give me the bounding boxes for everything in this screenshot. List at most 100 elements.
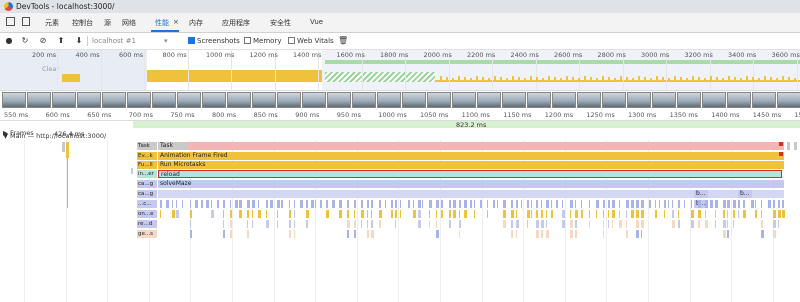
flame-call-bar[interactable] [761,220,763,228]
flame-call-bar[interactable] [562,210,565,218]
flame-call-bar[interactable] [361,220,362,228]
flame-call-bar[interactable] [449,220,451,228]
flame-call-bar[interactable] [782,210,785,218]
flame-call-bar[interactable] [727,200,730,208]
flame-call-bar[interactable] [778,210,781,218]
download-icon[interactable]: ⬇ [74,36,84,46]
flame-call-bar[interactable] [459,230,460,238]
flame-call-bar[interactable] [664,210,665,218]
flame-call-bar[interactable] [603,200,605,208]
flame-call-bar[interactable] [664,200,666,208]
flame-call-bar[interactable] [723,230,726,238]
flame-call-bar[interactable] [536,220,539,228]
screenshot-thumbnail[interactable] [252,92,276,108]
flame-call-bar[interactable] [235,200,238,208]
flame-call-bar[interactable] [581,200,582,208]
tab-elements[interactable]: 元素 [45,18,59,28]
flame-call-bar[interactable] [347,220,350,228]
flame-call-bar[interactable] [733,220,734,228]
screenshot-thumbnail[interactable] [652,92,676,108]
screenshot-thumbnail[interactable] [152,92,176,108]
flame-call-bar[interactable] [589,220,590,228]
tab-vue[interactable]: Vue [310,18,323,26]
flame-call-bar[interactable] [487,200,488,208]
flame-call-bar[interactable] [678,220,680,228]
flame-call-bar[interactable] [778,200,780,208]
flame-call-bar[interactable] [379,210,382,218]
flame-call-bar[interactable] [516,200,518,208]
flame-call-bar[interactable] [247,210,249,218]
flame-call-bar[interactable] [474,200,475,208]
screenshot-thumbnail[interactable] [677,92,701,108]
flame-call-bar[interactable] [190,230,192,238]
flame-call-bar[interactable] [464,210,467,218]
flame-call-bar[interactable] [277,200,280,208]
flame-call-bar[interactable] [691,200,692,208]
flame-call-bar[interactable] [773,200,775,208]
flame-call-bar[interactable] [691,220,694,228]
screenshot-thumbnail[interactable] [427,92,451,108]
flame-call-bar[interactable] [536,210,538,218]
flame-call-bar[interactable] [612,200,615,208]
flame-call-bar[interactable] [436,230,439,238]
flame-call-bar[interactable] [773,230,776,238]
flame-call-bar[interactable] [166,200,169,208]
flame-call-bar[interactable] [413,200,414,208]
screenshot-thumbnail[interactable] [727,92,751,108]
screenshot-thumbnail[interactable] [327,92,351,108]
flame-call-bar[interactable] [354,200,356,208]
screenshot-thumbnail[interactable] [277,92,301,108]
flame-call-bar[interactable] [527,200,529,208]
screenshot-thumbnail[interactable] [577,92,601,108]
flame-call-bar[interactable] [723,220,726,228]
flame-call-bar[interactable] [743,210,746,218]
flame-call-bar[interactable] [570,200,573,208]
flame-call-bar[interactable] [258,200,259,208]
flame-call-bar[interactable] [751,200,754,208]
flame-call-bar[interactable] [281,200,283,208]
tab-application[interactable]: 应用程序 [222,18,250,28]
flame-call-bar[interactable] [400,210,401,218]
flame-call-bar[interactable] [239,210,242,218]
flame-call-bar[interactable] [672,220,675,228]
flame-call-bar[interactable] [315,200,316,208]
tab-close-icon[interactable]: × [173,18,179,26]
flame-call-bar[interactable] [503,200,506,208]
flame-call-bar[interactable] [239,200,242,208]
flame-call-bar[interactable] [311,200,314,208]
long-task-box[interactable] [188,142,784,150]
screenshot-thumbnail[interactable] [777,92,800,108]
flame-call-bar[interactable] [516,210,517,218]
flame-call-bar[interactable] [541,230,543,238]
flame-call-bar[interactable] [636,220,639,228]
main-thread-header[interactable]: ▼ Main — http://localhost:3000/ [0,130,800,140]
small-call-box-1[interactable]: b... [694,190,708,198]
flame-call-bar[interactable] [612,210,615,218]
flame-call-bar[interactable] [223,210,224,218]
screenshot-thumbnail[interactable] [177,92,201,108]
flame-call-bar[interactable] [418,210,421,218]
flame-call-bar[interactable] [252,210,253,218]
flame-call-bar[interactable] [190,200,191,208]
flame-call-bar[interactable] [277,210,278,218]
flame-call-bar[interactable] [347,210,349,218]
flame-call-bar[interactable] [493,200,495,208]
flame-call-bar[interactable] [247,220,248,228]
flame-call-bar[interactable] [551,210,553,218]
flame-call-bar[interactable] [575,200,576,208]
task-box[interactable]: Task [158,142,188,150]
flame-call-bar[interactable] [541,200,542,208]
screenshot-thumbnail[interactable] [127,92,151,108]
memory-checkbox[interactable] [244,37,251,44]
flame-call-bar[interactable] [556,200,558,208]
flame-call-bar[interactable] [536,200,538,208]
flame-call-bar[interactable] [516,220,519,228]
flame-call-bar[interactable] [672,200,673,208]
flame-call-bar[interactable] [659,200,660,208]
flame-call-bar[interactable] [354,210,355,218]
flame-call-bar[interactable] [738,210,739,218]
flame-call-bar[interactable] [678,210,679,218]
flame-call-bar[interactable] [715,220,716,228]
flame-call-bar[interactable] [723,200,726,208]
flame-call-bar[interactable] [691,210,694,218]
